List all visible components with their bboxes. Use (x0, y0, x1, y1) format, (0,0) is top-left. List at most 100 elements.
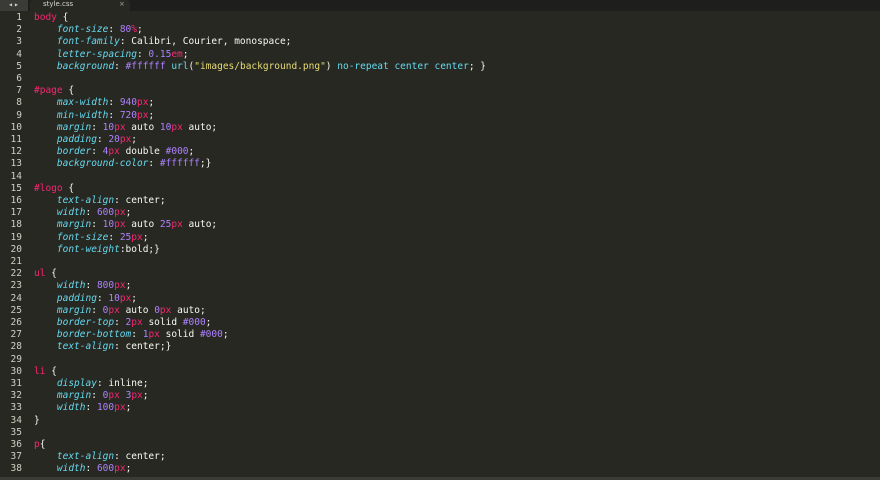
code-text: min-width: 720px; (34, 110, 154, 122)
token-prop: margin (56, 304, 92, 316)
code-line[interactable]: 16 text-align: center; (0, 195, 880, 207)
code-line[interactable]: 21 (0, 256, 880, 268)
code-editor[interactable]: 1 body {2 font-size: 80%; 3 font-family: C… (0, 12, 880, 477)
token-unit: em (171, 48, 183, 60)
line-number: 11 (10, 134, 22, 145)
token-plain: ; (125, 402, 132, 414)
code-line[interactable]: 19 font-size: 25px; (0, 232, 880, 244)
token-plain: : center;} (114, 341, 172, 353)
line-number: 24 (10, 292, 22, 304)
code-line[interactable]: 35 (0, 427, 880, 439)
code-line[interactable]: 12 border: 4px double #000; (0, 146, 880, 158)
token-plain: ; (188, 146, 195, 158)
code-line[interactable]: 13 background-color: #ffffff;} (0, 158, 880, 170)
code-text: width: 100px; (34, 402, 131, 414)
code-line[interactable]: 29 (0, 354, 880, 366)
line-number: 28 (10, 341, 22, 353)
token-unit: px (114, 280, 126, 292)
code-line[interactable]: 7 #page { (0, 85, 880, 97)
token-num: 720 (119, 109, 137, 121)
token-unit: px (119, 292, 132, 304)
code-line[interactable]: 33 width: 100px; (0, 402, 880, 414)
code-line[interactable]: 26 border-top: 2px solid #000; (0, 317, 880, 329)
code-line[interactable]: 15 #logo { (0, 183, 880, 195)
code-line[interactable]: 6 (0, 73, 880, 85)
code-line[interactable]: 4 letter-spacing: 0.15em; (0, 49, 880, 61)
token-plain: : (108, 97, 120, 109)
code-text: margin: 10px auto 10px auto; (34, 122, 217, 134)
token-sel: ul (34, 268, 46, 280)
code-line[interactable]: 28 text-align: center;} (0, 341, 880, 353)
line-number: 33 (10, 402, 22, 414)
line-number: 10 (10, 121, 22, 133)
code-line[interactable]: 2 font-size: 80%; (0, 24, 880, 36)
token-plain: ; (125, 463, 132, 475)
code-text: } (34, 415, 40, 427)
code-line[interactable]: 17 width: 600px; (0, 207, 880, 219)
code-line[interactable]: 3 font-family: Calibri, Courier, monospa… (0, 36, 880, 48)
token-plain: : (85, 207, 97, 219)
code-line[interactable]: 32 margin: 0px 3px; (0, 390, 880, 402)
token-num: 80 (119, 24, 132, 36)
token-plain: { (45, 365, 57, 377)
token-plain: : (131, 329, 143, 341)
code-text: #page { (34, 85, 74, 97)
line-number: 3 (16, 36, 22, 48)
code-line[interactable]: 9 min-width: 720px; (0, 110, 880, 122)
code-line[interactable]: 10 margin: 10px auto 10px auto; (0, 122, 880, 134)
code-line[interactable]: 36 p{ (0, 439, 880, 451)
token-prop: font-size (56, 231, 109, 243)
code-line[interactable]: 31 display: inline; (0, 378, 880, 390)
token-plain: { (56, 12, 69, 23)
code-line[interactable]: 24 padding: 10px; (0, 293, 880, 305)
token-unit: px (114, 219, 126, 231)
line-number: 8 (16, 97, 22, 109)
code-line[interactable]: 27 border-bottom: 1px solid #000; (0, 329, 880, 341)
token-plain: : (91, 121, 103, 133)
tab-style-css[interactable]: style.css × (30, 0, 130, 11)
code-line[interactable]: 5 background: #ffffff url("images/backgr… (0, 61, 880, 73)
code-line[interactable]: 11 padding: 20px; (0, 134, 880, 146)
code-line[interactable]: 18 margin: 10px auto 25px auto; (0, 219, 880, 231)
code-line[interactable]: 8 max-width: 940px; (0, 97, 880, 109)
code-line[interactable]: 1 body { (0, 12, 880, 24)
token-plain: : (108, 24, 120, 36)
token-plain: solid (142, 317, 183, 328)
tab-close-icon[interactable]: × (119, 0, 125, 8)
code-text: width: 600px; (34, 463, 131, 475)
tab-nav-arrows-icon[interactable]: ◂▸ (0, 0, 28, 11)
code-text: margin: 0px 3px; (34, 390, 149, 402)
line-number: 36 (10, 439, 22, 450)
token-plain: auto (119, 304, 155, 316)
code-line[interactable]: 25 margin: 0px auto 0px auto; (0, 305, 880, 317)
token-num: 25 (119, 231, 132, 243)
code-line[interactable]: 37 text-align: center; (0, 451, 880, 463)
token-plain: { (62, 85, 75, 97)
code-line[interactable]: 14 (0, 171, 880, 183)
code-text: li { (34, 366, 57, 378)
token-unit: px (159, 304, 172, 316)
token-num: #000 (199, 329, 223, 341)
code-line[interactable]: 20 font-weight:bold;} (0, 244, 880, 256)
token-plain: : (91, 390, 103, 402)
token-prop: text-align (56, 451, 115, 463)
token-prop: margin (56, 219, 92, 231)
code-line[interactable]: 38 width: 600px; (0, 463, 880, 475)
line-number: 25 (10, 304, 22, 316)
code-line[interactable]: 34} (0, 415, 880, 427)
code-line[interactable]: 22 ul { (0, 268, 880, 280)
code-line[interactable]: 23 width: 800px; (0, 280, 880, 292)
line-number: 29 (10, 353, 22, 365)
token-prop: border-top (56, 317, 115, 328)
code-line[interactable]: 30 li { (0, 366, 880, 378)
token-num: #000 (165, 146, 189, 158)
